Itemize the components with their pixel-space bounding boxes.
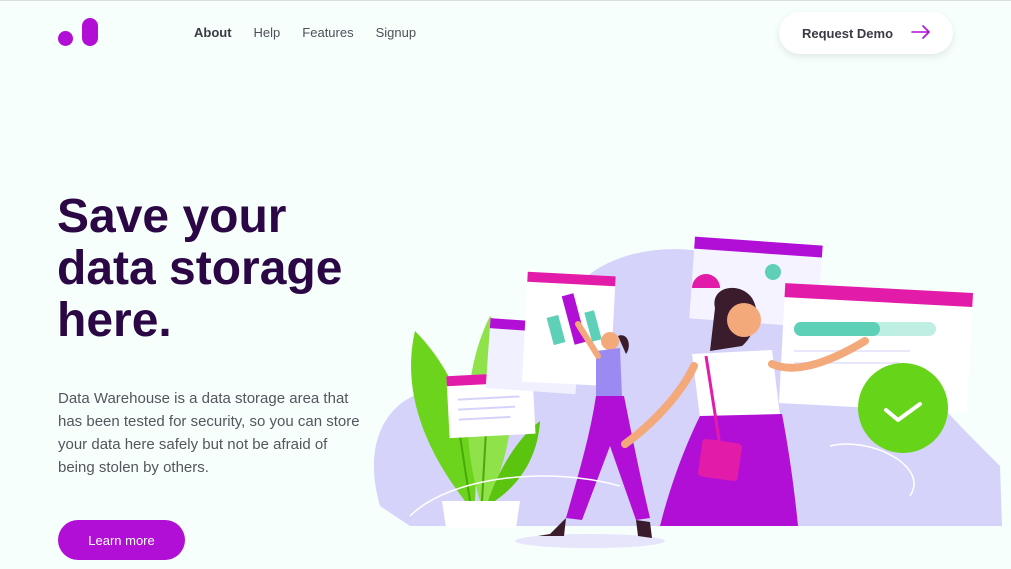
logo-pill: [82, 18, 98, 46]
main-nav: About Help Features Signup: [194, 25, 438, 41]
request-demo-label: Request Demo: [802, 25, 894, 41]
learn-more-button[interactable]: Learn more: [58, 520, 185, 560]
request-demo-button[interactable]: Request Demo: [779, 12, 953, 54]
logo-dot: [58, 31, 73, 46]
nav-link-help[interactable]: Help: [254, 25, 281, 41]
nav-link-features[interactable]: Features: [302, 25, 353, 41]
arrow-right-icon: [911, 25, 930, 39]
hero-illustration: [373, 236, 1003, 548]
check-circle-icon: [858, 363, 948, 453]
hero-description: Data Warehouse is a data storage area th…: [58, 390, 360, 476]
hero-headline: Save your data storage here.: [57, 190, 343, 347]
nav-link-about[interactable]: About: [194, 25, 232, 41]
nav-link-signup[interactable]: Signup: [376, 25, 416, 41]
logo[interactable]: [58, 18, 100, 48]
